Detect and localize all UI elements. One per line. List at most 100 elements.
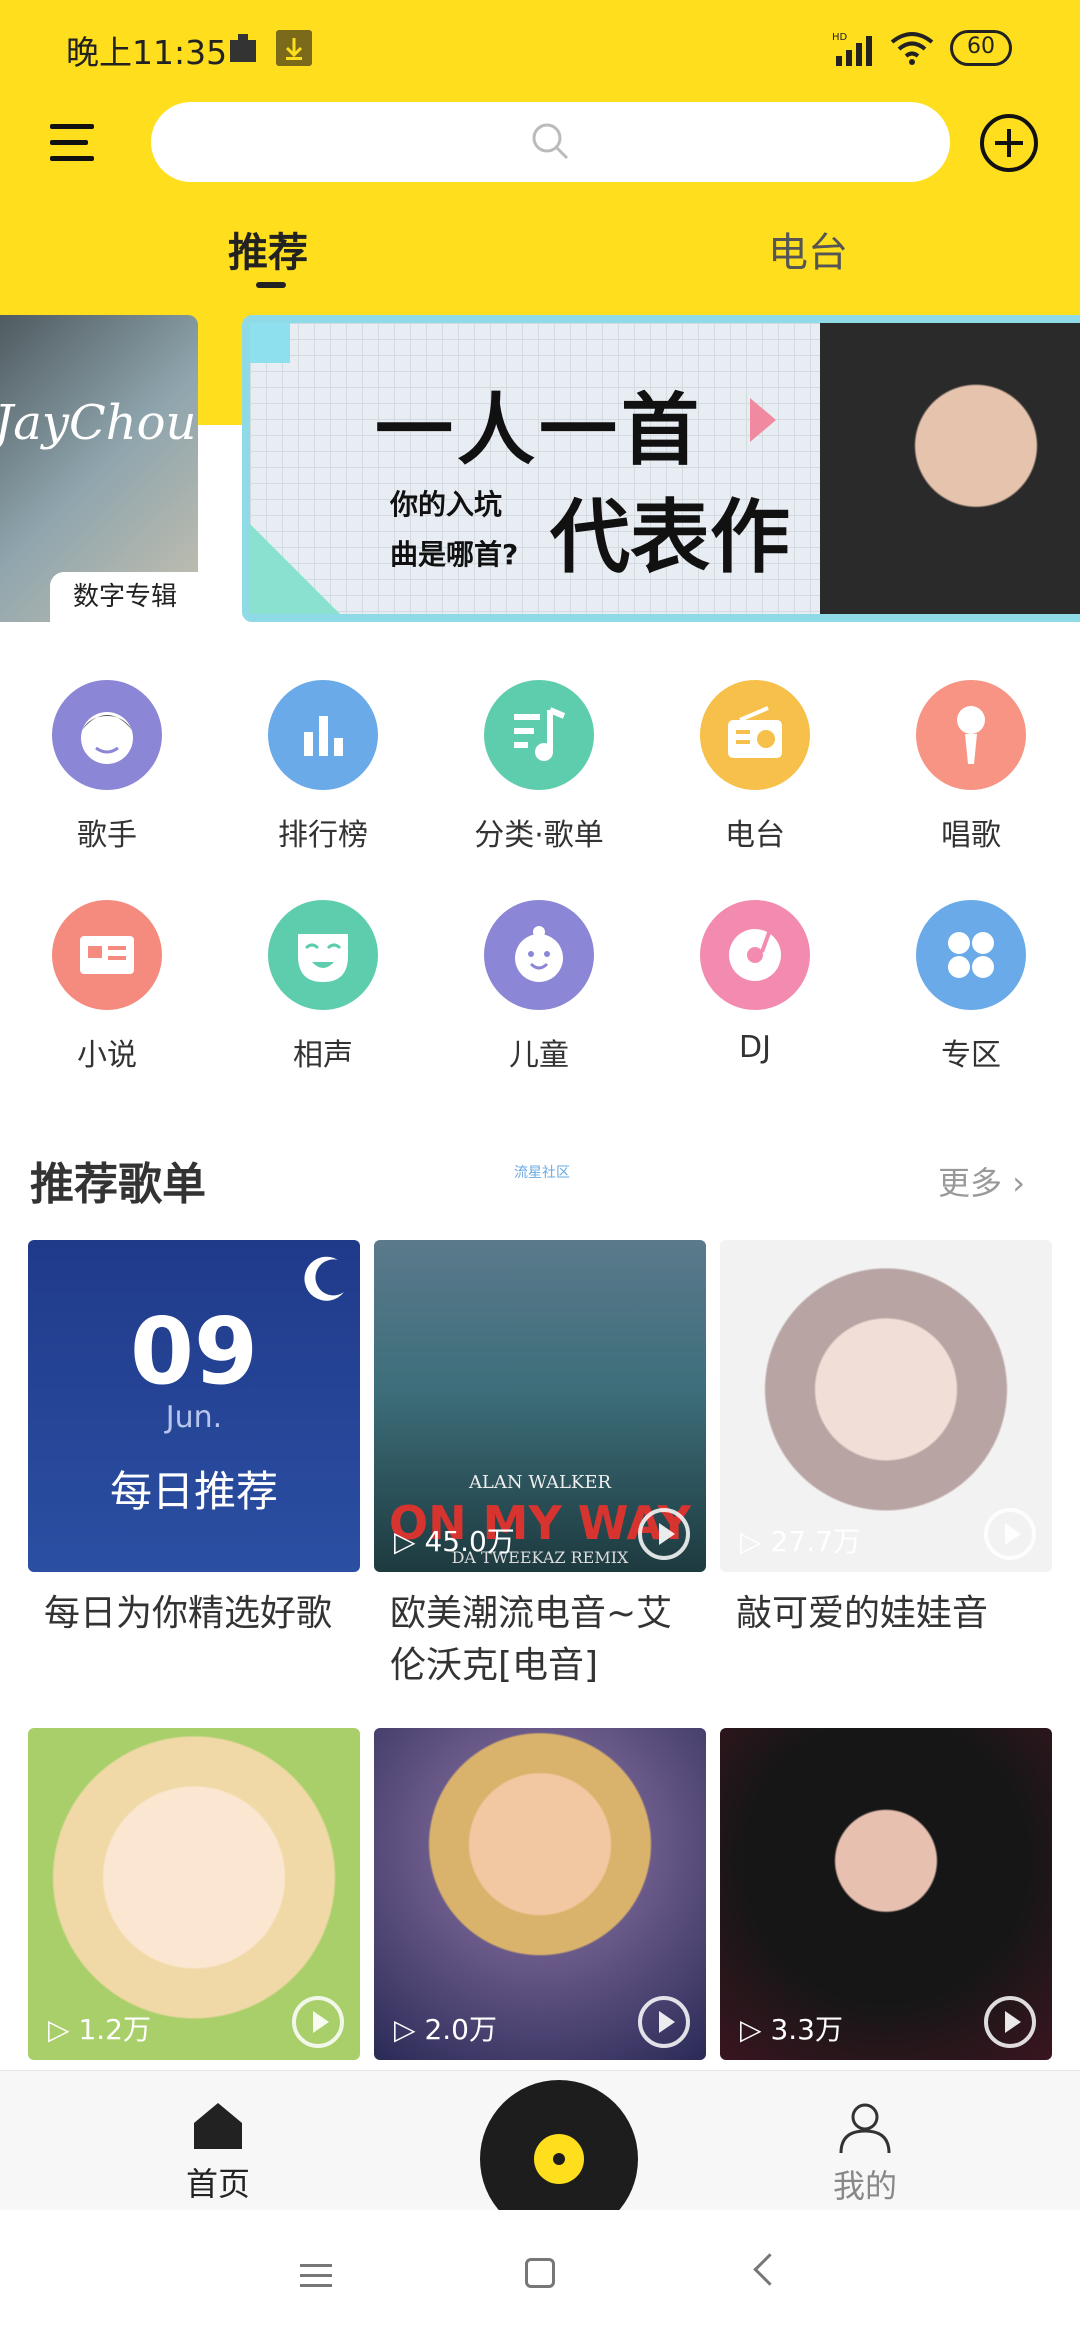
tab-radio[interactable]: 电台 [768, 220, 848, 278]
banner-headline: 一人一首 [375, 386, 704, 476]
play-count: ▷ 3.3万 [740, 2013, 843, 2046]
search-icon [532, 123, 569, 160]
category-radio[interactable]: 电台 [655, 680, 855, 854]
playlist-title: 欧美潮流电音~艾伦沃克[电音] [390, 1593, 673, 1686]
category-label: 唱歌 [941, 818, 1001, 853]
playlist-card[interactable]: ▷ 1.2万 [28, 1728, 360, 2060]
playlist-cover: ▷ 3.3万 [720, 1728, 1052, 2060]
playlist-card[interactable]: ▷ 3.3万 [720, 1728, 1052, 2060]
user-icon [839, 2103, 891, 2154]
playlist-title: 每日为你精选好歌 [44, 1593, 333, 1634]
playlist-cover: ALAN WALKER ON MY WAY DA TWEEKAZ REMIX ▷… [374, 1240, 706, 1572]
back-icon[interactable] [753, 2253, 786, 2286]
more-link[interactable]: 更多 › [938, 1158, 1025, 1204]
playlist-icon [484, 680, 594, 790]
signal-icon: HD [832, 32, 872, 66]
category-sing[interactable]: 唱歌 [871, 680, 1071, 854]
category-chart[interactable]: 排行榜 [223, 680, 423, 854]
chart-icon [268, 680, 378, 790]
category-label: 相声 [293, 1038, 353, 1073]
category-label: 小说 [77, 1038, 137, 1073]
child-icon [484, 900, 594, 1010]
nav-mine-label: 我的 [832, 2167, 897, 2205]
category-singer[interactable]: 歌手 [7, 680, 207, 854]
category-label: DJ [739, 1030, 771, 1065]
banner-main[interactable]: 一人一首 你的入坑 曲是哪首? 代表作 [242, 315, 1080, 622]
chevron-right-icon: › [1012, 1164, 1025, 1202]
playlist-cover: ▷ 1.2万 [28, 1728, 360, 2060]
playlist-title: 敲可爱的娃娃音 [736, 1593, 989, 1634]
nav-home[interactable]: 首页 [178, 2099, 258, 2205]
category-label: 儿童 [509, 1038, 569, 1073]
add-icon[interactable] [978, 112, 1040, 174]
package-icon [230, 34, 256, 62]
play-count: ▷ 45.0万 [394, 1525, 515, 1558]
play-icon[interactable] [984, 1508, 1036, 1560]
category-crosstalk[interactable]: 相声 [223, 900, 423, 1074]
microphone-icon [916, 680, 1026, 790]
svg-text:HD: HD [832, 32, 848, 43]
playlist-cover: ▷ 2.0万 [374, 1728, 706, 2060]
category-zone[interactable]: 专区 [871, 900, 1071, 1074]
more-label: 更多 [938, 1164, 1003, 1202]
daily-month: Jun. [165, 1400, 223, 1435]
disc-center [553, 2153, 565, 2165]
system-navigation-bar [0, 2210, 1080, 2340]
category-label: 电台 [725, 818, 785, 853]
tab-recommend[interactable]: 推荐 [228, 220, 308, 278]
section-tag: 流星社区 [514, 1165, 570, 1181]
playlist-card[interactable]: ALAN WALKER ON MY WAY DA TWEEKAZ REMIX ▷… [374, 1240, 706, 1692]
dj-disc-icon [700, 900, 810, 1010]
nav-mine[interactable]: 我的 [820, 2101, 910, 2207]
banner-subline-1: 你的入坑 [390, 488, 503, 521]
banner-portrait [820, 323, 1080, 614]
search-bar[interactable] [151, 102, 950, 182]
playlist-card[interactable]: ▷ 2.0万 [374, 1728, 706, 2060]
banner-big-text: 代表作 [550, 491, 790, 584]
playlist-card-daily[interactable]: 09 Jun. 每日推荐 每日为你精选好歌 [28, 1240, 360, 1640]
grid-icon [916, 900, 1026, 1010]
section-title: 推荐歌单 [30, 1159, 206, 1210]
play-count: ▷ 27.7万 [740, 1525, 861, 1558]
menu-button[interactable] [50, 118, 106, 168]
battery-indicator: 60 [950, 30, 1012, 66]
mask-icon [268, 900, 378, 1010]
nav-home-label: 首页 [185, 2165, 250, 2203]
play-icon[interactable] [638, 1996, 690, 2048]
daily-label: 每日推荐 [109, 1467, 278, 1516]
banner-script-text: JayChou [0, 395, 197, 451]
category-label: 排行榜 [278, 818, 368, 853]
category-dj[interactable]: DJ [655, 900, 855, 1065]
play-icon[interactable] [292, 1996, 344, 2048]
play-count: ▷ 2.0万 [394, 2013, 497, 2046]
category-label: 分类·歌单 [474, 818, 604, 853]
playlist-cover: 09 Jun. 每日推荐 [28, 1240, 360, 1572]
status-time: 晚上11:35 [66, 33, 228, 72]
recent-apps-icon[interactable] [300, 2260, 332, 2290]
banner-tag: 数字专辑 [50, 572, 198, 622]
play-icon[interactable] [984, 1996, 1036, 2048]
category-playlist[interactable]: 分类·歌单 [439, 680, 639, 854]
banner-digital-album[interactable]: JayChou 数字专辑 [0, 315, 198, 622]
category-novel[interactable]: 小说 [7, 900, 207, 1074]
playlist-cover: ▷ 27.7万 [720, 1240, 1052, 1572]
playlist-card[interactable]: ▷ 27.7万 敲可爱的娃娃音 [720, 1240, 1052, 1640]
home-square-icon[interactable] [525, 2258, 555, 2288]
banner-decoration [250, 524, 340, 614]
banner-subline-2: 曲是哪首? [390, 538, 519, 571]
category-children[interactable]: 儿童 [439, 900, 639, 1074]
daily-day: 09 [129, 1298, 259, 1405]
category-label: 歌手 [77, 818, 137, 853]
play-count: ▷ 1.2万 [48, 2013, 151, 2046]
singer-icon [52, 680, 162, 790]
status-bar: 晚上11:35 HD 60 [0, 0, 1080, 100]
category-label: 专区 [941, 1038, 1001, 1073]
banner-decoration [250, 323, 290, 363]
radio-icon [700, 680, 810, 790]
active-tab-indicator [256, 282, 286, 288]
wifi-icon [890, 32, 934, 65]
play-icon[interactable] [638, 1508, 690, 1560]
banner-arrow [750, 398, 776, 442]
home-icon [194, 2103, 242, 2149]
book-icon [52, 900, 162, 1010]
